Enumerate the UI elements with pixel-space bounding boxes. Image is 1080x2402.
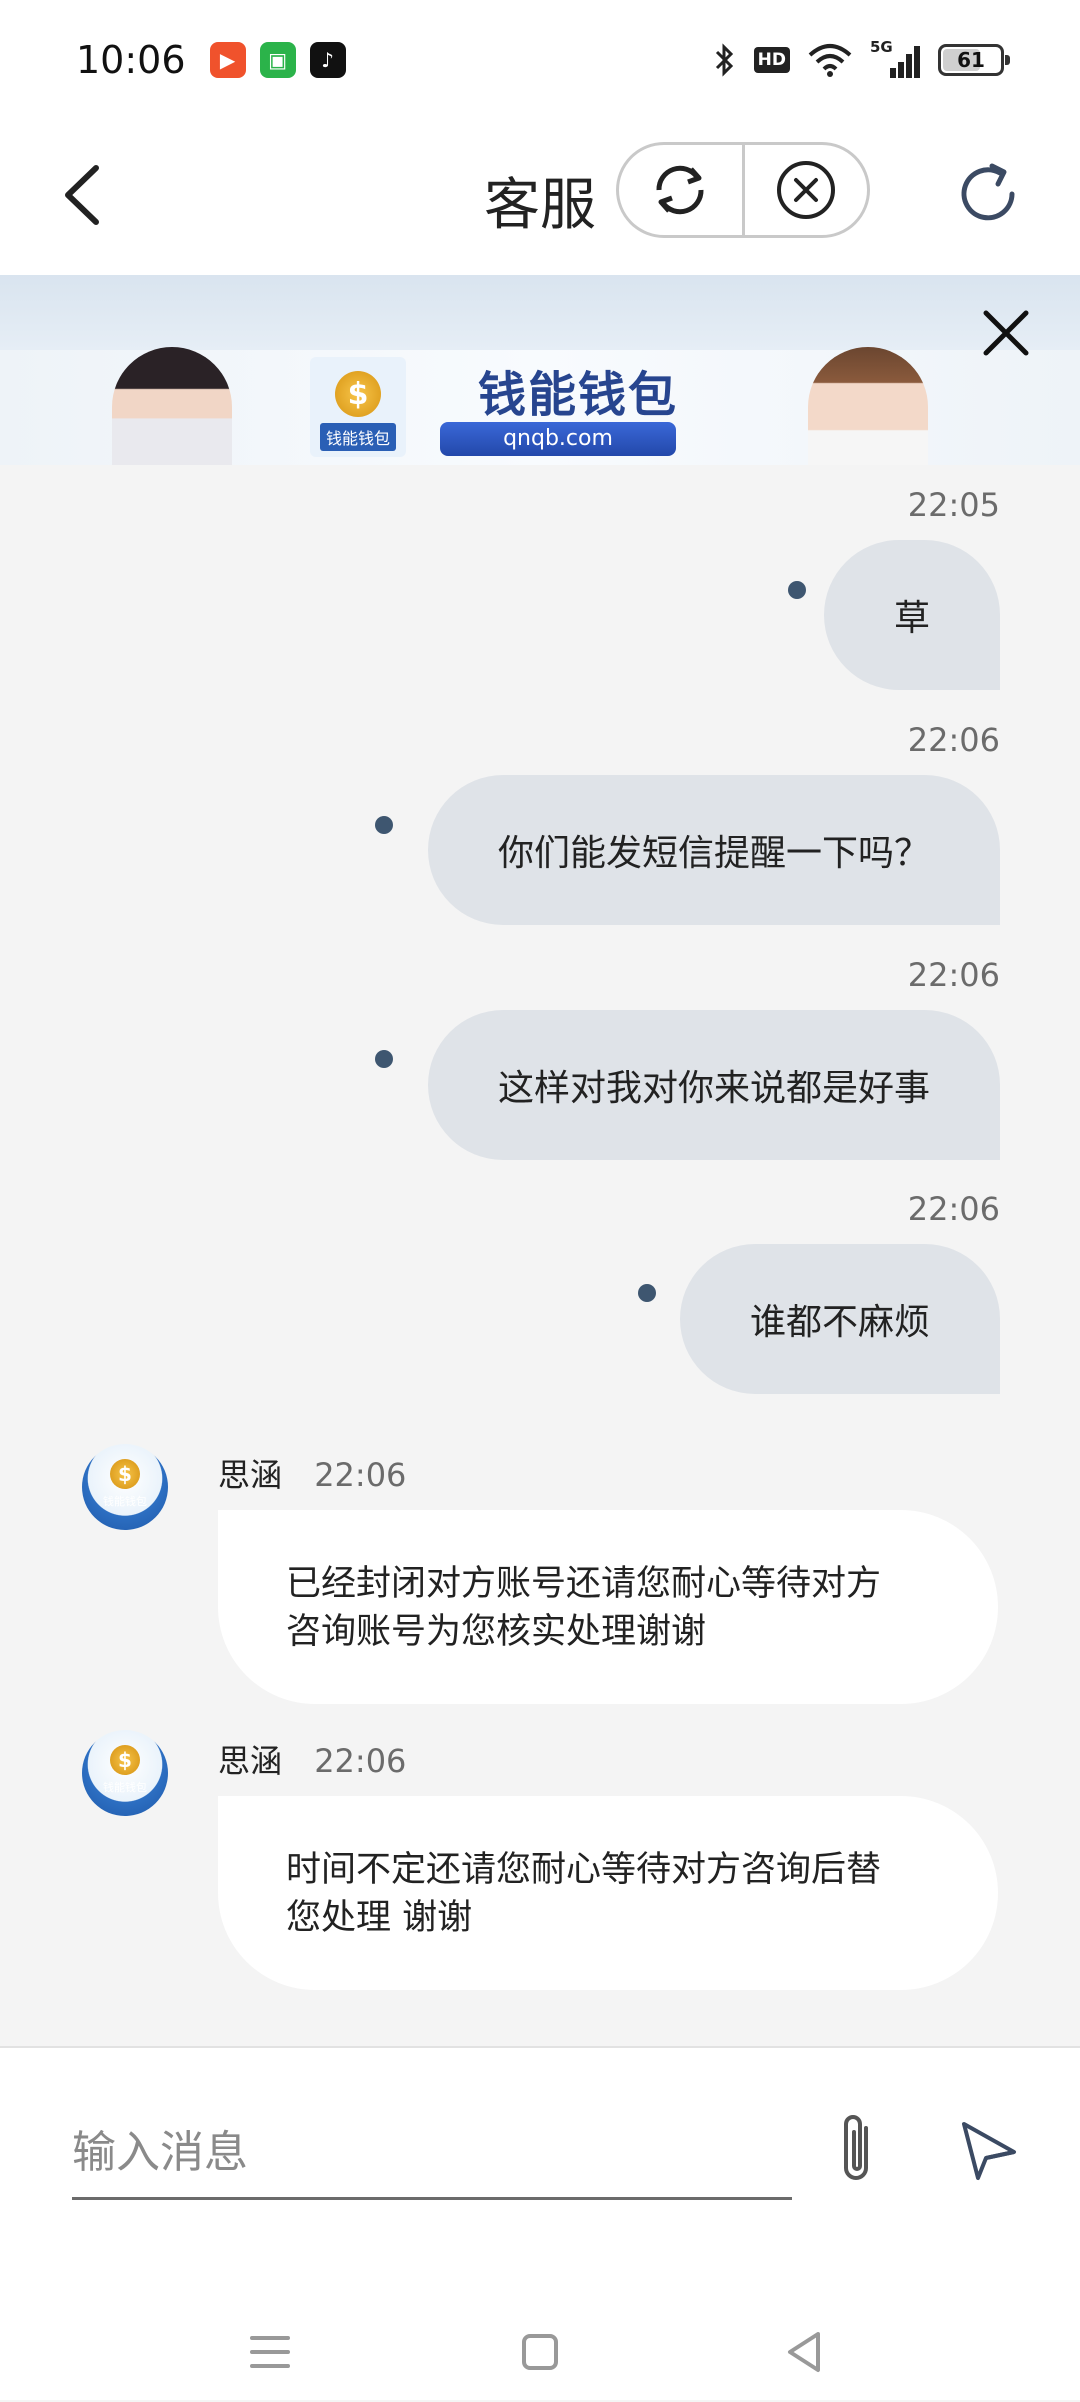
coin-icon: $ bbox=[110, 1745, 140, 1775]
message-input[interactable] bbox=[72, 2108, 792, 2200]
composer bbox=[0, 2046, 1080, 2400]
avatar-label: 钱能钱包 bbox=[103, 1781, 147, 1794]
video-app-icon: ▶ bbox=[209, 42, 246, 78]
avatar-label: 钱能钱包 bbox=[103, 1495, 147, 1508]
agent-avatar[interactable]: $ 钱能钱包 bbox=[82, 1730, 168, 1816]
bluetooth-icon bbox=[715, 43, 733, 77]
incoming-message[interactable]: 已经封闭对方账号还请您耐心等待对方 咨询账号为您核实处理谢谢 bbox=[218, 1510, 998, 1704]
battery-level: 61 bbox=[957, 48, 985, 72]
coin-icon: $ bbox=[335, 371, 381, 417]
banner-logo-label: 钱能钱包 bbox=[319, 423, 396, 451]
banner-brand-title: 钱能钱包 bbox=[478, 367, 679, 423]
header-bar: 客服 bbox=[0, 120, 1080, 275]
message-text-line: 已经封闭对方账号还请您耐心等待对方 bbox=[286, 1564, 882, 1604]
page-title: 客服 bbox=[484, 173, 596, 238]
sync-icon bbox=[656, 165, 704, 215]
outgoing-message[interactable]: 草 bbox=[823, 540, 1000, 690]
sender-line: 思涵 22:06 bbox=[218, 1450, 406, 1496]
message-timestamp: 22:05 bbox=[907, 486, 1000, 524]
outgoing-message[interactable]: 谁都不麻烦 bbox=[679, 1244, 1000, 1394]
message-text-line: 咨询账号为您核实处理谢谢 bbox=[286, 1612, 707, 1652]
banner-logo: $ 钱能钱包 bbox=[310, 357, 406, 457]
system-nav-bar bbox=[0, 2308, 1080, 2402]
menu-nav-button[interactable] bbox=[240, 2322, 300, 2382]
sender-name: 思涵 bbox=[218, 1456, 283, 1494]
unread-dot bbox=[638, 1284, 656, 1302]
close-circle-icon bbox=[776, 161, 835, 219]
capsule-refresh-button[interactable] bbox=[619, 145, 742, 235]
banner-model-left bbox=[112, 347, 232, 465]
message-timestamp: 22:06 bbox=[907, 956, 1000, 994]
message-timestamp: 22:06 bbox=[314, 1742, 407, 1780]
battery-icon: 61 bbox=[938, 44, 1010, 76]
agent-avatar[interactable]: $ 钱能钱包 bbox=[82, 1444, 168, 1530]
network-type-label: 5G bbox=[870, 38, 893, 56]
attach-button[interactable] bbox=[830, 2110, 886, 2190]
mini-program-capsule bbox=[616, 142, 870, 238]
banner-model-right bbox=[808, 347, 928, 465]
message-text-line: 时间不定还请您耐心等待对方咨询后替 bbox=[286, 1850, 882, 1890]
ad-banner[interactable]: $ 钱能钱包 钱能钱包 qnqb.com bbox=[0, 275, 1080, 465]
banner-close-button[interactable] bbox=[978, 305, 1034, 361]
banner-url: qnqb.com bbox=[440, 422, 676, 456]
back-nav-button[interactable] bbox=[774, 2322, 834, 2382]
home-nav-button[interactable] bbox=[510, 2322, 570, 2382]
outgoing-message[interactable]: 你们能发短信提醒一下吗？ bbox=[427, 775, 1000, 925]
status-bar: 10:06 ▶ ▣ ♪ HD 5G 61 bbox=[0, 0, 1080, 120]
messages-app-icon: ▣ bbox=[259, 42, 296, 78]
unread-dot bbox=[788, 581, 806, 599]
outgoing-message[interactable]: 这样对我对你来说都是好事 bbox=[427, 1010, 1000, 1160]
sender-line: 思涵 22:06 bbox=[218, 1736, 406, 1782]
tiktok-icon: ♪ bbox=[309, 42, 346, 78]
coin-icon: $ bbox=[110, 1459, 140, 1489]
back-button[interactable] bbox=[56, 160, 116, 230]
message-timestamp: 22:06 bbox=[314, 1456, 407, 1494]
wifi-icon bbox=[808, 44, 852, 77]
signal-icon: 5G bbox=[870, 38, 920, 78]
message-timestamp: 22:06 bbox=[907, 1190, 1000, 1228]
capsule-close-button[interactable] bbox=[741, 145, 868, 235]
incoming-message[interactable]: 时间不定还请您耐心等待对方咨询后替 您处理 谢谢 bbox=[218, 1796, 998, 1990]
reload-button[interactable] bbox=[952, 158, 1024, 230]
unread-dot bbox=[375, 816, 393, 834]
status-time: 10:06 bbox=[76, 38, 186, 82]
sender-name: 思涵 bbox=[218, 1742, 283, 1780]
send-button[interactable] bbox=[958, 2118, 1018, 2182]
unread-dot bbox=[375, 1050, 393, 1068]
message-timestamp: 22:06 bbox=[907, 721, 1000, 759]
hd-badge: HD bbox=[753, 47, 790, 73]
message-text-line: 您处理 谢谢 bbox=[286, 1898, 473, 1938]
